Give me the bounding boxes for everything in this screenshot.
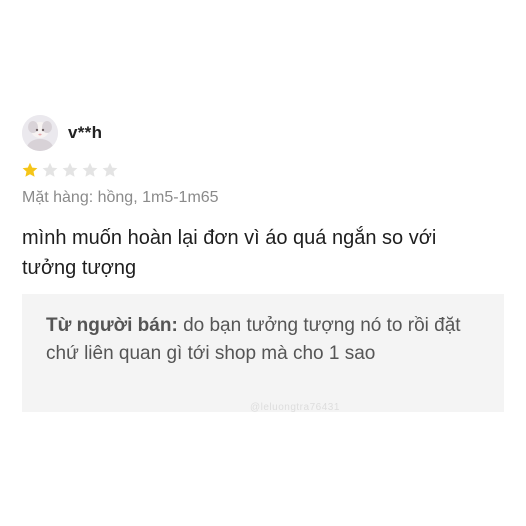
avatar-image-icon [22, 115, 58, 151]
star-rating [22, 161, 504, 179]
star-empty-icon [42, 162, 58, 177]
review-card: v**h Mặt hàng: hồng, 1m5-1m65 mình muốn … [22, 112, 504, 283]
star-empty-icon [102, 162, 118, 177]
watermark: @leluongtra76431 [250, 402, 340, 413]
product-variant: Mặt hàng: hồng, 1m5-1m65 [22, 189, 219, 206]
star-filled-icon [22, 162, 38, 177]
seller-reply-box: Từ người bán: do bạn tưởng tượng nó to r… [22, 294, 504, 412]
review-comment: mình muốn hoàn lại đơn vì áo quá ngắn so… [22, 227, 437, 279]
seller-reply-label: Từ người bán: [46, 315, 178, 336]
seller-reply: Từ người bán: do bạn tưởng tượng nó to r… [46, 312, 476, 368]
star-empty-icon [62, 162, 78, 177]
review-screenshot: v**h Mặt hàng: hồng, 1m5-1m65 mình muốn … [0, 0, 526, 526]
avatar[interactable] [22, 115, 58, 151]
reviewer-header: v**h [22, 112, 504, 154]
reviewer-username[interactable]: v**h [68, 123, 102, 143]
star-empty-icon [82, 162, 98, 177]
